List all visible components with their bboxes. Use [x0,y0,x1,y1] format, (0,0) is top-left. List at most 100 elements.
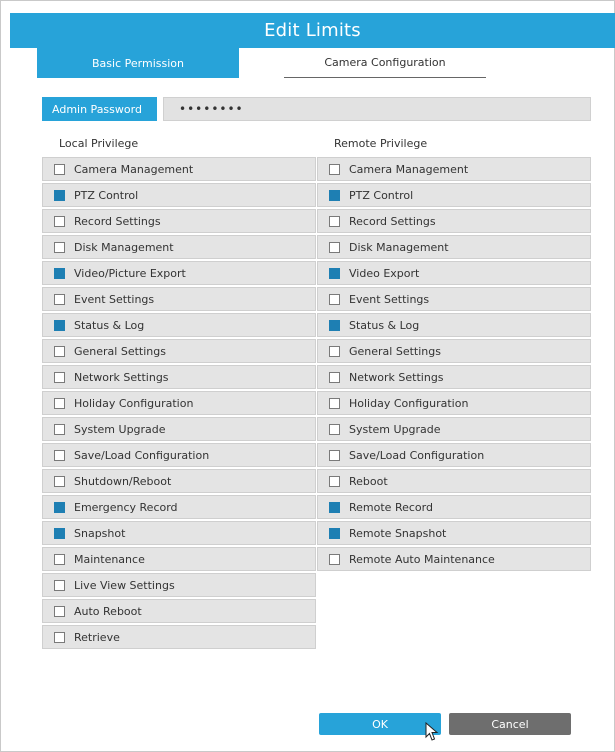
checkbox-checked[interactable] [329,319,340,331]
privilege-label: Network Settings [349,370,444,384]
remote-privilege-row[interactable]: Video Export [317,261,591,285]
remote-privilege-row[interactable]: Reboot [317,469,591,493]
checkbox-unchecked[interactable] [329,371,340,383]
local-privilege-row[interactable]: Maintenance [42,547,316,571]
local-privilege-row[interactable]: General Settings [42,339,316,363]
checkbox-checked[interactable] [329,189,340,201]
privilege-label: Video Export [349,266,420,280]
privilege-label: Maintenance [74,552,145,566]
checkbox-unchecked[interactable] [329,241,340,253]
local-privilege-row[interactable]: Snapshot [42,521,316,545]
checkbox-unchecked[interactable] [54,397,65,409]
checkbox-unchecked[interactable] [329,449,340,461]
checkbox-unchecked[interactable] [329,293,340,305]
remote-privilege-row[interactable]: PTZ Control [317,183,591,207]
local-privilege-row[interactable]: PTZ Control [42,183,316,207]
privilege-label: Status & Log [74,318,145,332]
privilege-label: Disk Management [349,240,449,254]
remote-privilege-row[interactable]: System Upgrade [317,417,591,441]
remote-privilege-row[interactable]: Network Settings [317,365,591,389]
remote-privilege-row[interactable]: Remote Auto Maintenance [317,547,591,571]
local-privilege-row[interactable]: Record Settings [42,209,316,233]
checkbox-unchecked[interactable] [329,553,340,565]
checkbox-unchecked[interactable] [329,345,340,357]
privilege-label: Record Settings [74,214,161,228]
checkbox-checked[interactable] [54,267,65,279]
privilege-label: Live View Settings [74,578,175,592]
checkbox-unchecked[interactable] [54,371,65,383]
privilege-label: Shutdown/Reboot [74,474,172,488]
remote-privilege-title: Remote Privilege [334,137,428,150]
checkbox-unchecked[interactable] [54,293,65,305]
privilege-label: Remote Snapshot [349,526,447,540]
local-privilege-row[interactable]: Network Settings [42,365,316,389]
privilege-label: System Upgrade [349,422,441,436]
local-privilege-row[interactable]: Holiday Configuration [42,391,316,415]
checkbox-unchecked[interactable] [329,423,340,435]
ok-button[interactable]: OK [319,713,441,735]
checkbox-checked[interactable] [54,527,65,539]
privilege-label: Record Settings [349,214,436,228]
checkbox-unchecked[interactable] [54,215,65,227]
dialog-title: Edit Limits [10,13,615,48]
local-privilege-row[interactable]: Camera Management [42,157,316,181]
remote-privilege-row[interactable]: Save/Load Configuration [317,443,591,467]
checkbox-unchecked[interactable] [54,423,65,435]
checkbox-unchecked[interactable] [54,579,65,591]
local-privilege-row[interactable]: Disk Management [42,235,316,259]
checkbox-unchecked[interactable] [54,553,65,565]
cancel-button[interactable]: Cancel [449,713,571,735]
privilege-label: System Upgrade [74,422,166,436]
tab-basic-permission[interactable]: Basic Permission [37,48,239,78]
checkbox-checked[interactable] [54,501,65,513]
remote-privilege-list: Camera Management PTZ Control Record Setti… [317,157,591,573]
local-privilege-row[interactable]: Retrieve [42,625,316,649]
remote-privilege-row[interactable]: Holiday Configuration [317,391,591,415]
checkbox-checked[interactable] [329,527,340,539]
admin-password-input[interactable]: •••••••• [163,97,591,121]
edit-limits-dialog: Edit Limits Basic Permission Camera Conf… [0,0,615,752]
local-privilege-list: Camera Management PTZ Control Record Setti… [42,157,316,651]
local-privilege-row[interactable]: Shutdown/Reboot [42,469,316,493]
privilege-label: Remote Record [349,500,433,514]
checkbox-unchecked[interactable] [54,605,65,617]
privilege-label: Camera Management [74,162,194,176]
remote-privilege-row[interactable]: Camera Management [317,157,591,181]
privilege-label: Status & Log [349,318,420,332]
local-privilege-row[interactable]: Auto Reboot [42,599,316,623]
remote-privilege-row[interactable]: Remote Snapshot [317,521,591,545]
local-privilege-row[interactable]: Video/Picture Export [42,261,316,285]
local-privilege-row[interactable]: Save/Load Configuration [42,443,316,467]
remote-privilege-row[interactable]: Event Settings [317,287,591,311]
local-privilege-row[interactable]: Emergency Record [42,495,316,519]
checkbox-unchecked[interactable] [54,241,65,253]
checkbox-unchecked[interactable] [54,475,65,487]
privilege-label: General Settings [349,344,441,358]
remote-privilege-row[interactable]: Status & Log [317,313,591,337]
checkbox-unchecked[interactable] [54,345,65,357]
local-privilege-row[interactable]: Live View Settings [42,573,316,597]
tab-camera-configuration[interactable]: Camera Configuration [284,48,486,78]
checkbox-unchecked[interactable] [329,397,340,409]
checkbox-unchecked[interactable] [329,475,340,487]
checkbox-unchecked[interactable] [329,163,340,175]
checkbox-checked[interactable] [329,267,340,279]
checkbox-checked[interactable] [54,319,65,331]
checkbox-unchecked[interactable] [54,449,65,461]
privilege-label: Holiday Configuration [349,396,469,410]
privilege-label: Emergency Record [74,500,178,514]
checkbox-unchecked[interactable] [54,631,65,643]
checkbox-unchecked[interactable] [54,163,65,175]
checkbox-checked[interactable] [54,189,65,201]
local-privilege-row[interactable]: Status & Log [42,313,316,337]
remote-privilege-row[interactable]: Disk Management [317,235,591,259]
checkbox-checked[interactable] [329,501,340,513]
privilege-label: Reboot [349,474,388,488]
remote-privilege-row[interactable]: General Settings [317,339,591,363]
remote-privilege-row[interactable]: Record Settings [317,209,591,233]
remote-privilege-row[interactable]: Remote Record [317,495,591,519]
privilege-label: Network Settings [74,370,169,384]
checkbox-unchecked[interactable] [329,215,340,227]
local-privilege-row[interactable]: System Upgrade [42,417,316,441]
local-privilege-row[interactable]: Event Settings [42,287,316,311]
